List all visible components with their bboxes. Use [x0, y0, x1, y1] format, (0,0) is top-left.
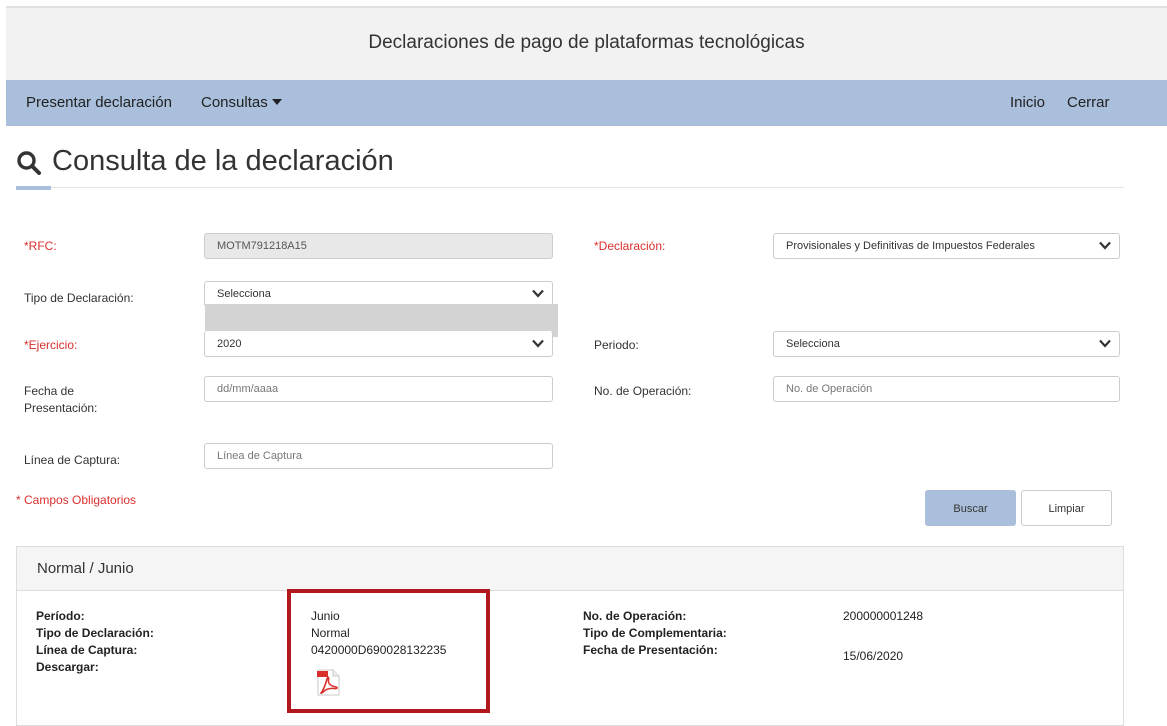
- rfc-value: MOTM791218A15: [217, 240, 307, 252]
- result-linea-label: Línea de Captura:: [36, 643, 138, 657]
- highlight-box: [287, 589, 490, 713]
- app-title: Declaraciones de pago de plataformas tec…: [368, 32, 805, 53]
- chevron-down-icon: [1099, 339, 1111, 348]
- linea-captura-label: Línea de Captura:: [24, 453, 121, 467]
- result-periodo-label: Período:: [36, 609, 85, 623]
- tipo-declaracion-value: Selecciona: [217, 288, 271, 300]
- caret-down-icon: [271, 99, 282, 105]
- linea-captura-placeholder: Línea de Captura: [217, 450, 303, 462]
- result-panel-heading: Normal / Junio: [17, 547, 1123, 591]
- nav-queries-dropdown[interactable]: Consultas: [201, 94, 282, 111]
- linea-captura-input[interactable]: Línea de Captura: [204, 443, 553, 469]
- title-divider: [16, 187, 1124, 188]
- fecha-presentacion-input[interactable]: dd/mm/aaaa: [204, 376, 553, 402]
- declaracion-label: *Declaración:: [594, 239, 666, 253]
- chevron-down-icon: [1099, 241, 1111, 250]
- chevron-down-icon: [532, 289, 544, 298]
- result-complementaria-label: Tipo de Complementaria:: [583, 626, 727, 640]
- result-descargar-label: Descargar:: [36, 660, 99, 674]
- search-button[interactable]: Buscar: [925, 490, 1016, 526]
- title-accent: [16, 186, 51, 190]
- result-operacion-value: 200000001248: [843, 609, 924, 623]
- result-fecha-value: 15/06/2020: [843, 649, 904, 663]
- no-operacion-label: No. de Operación:: [594, 384, 692, 398]
- page-title: Consulta de la declaración: [52, 145, 394, 177]
- fecha-label-line2: Presentación:: [24, 401, 98, 415]
- periodo-select[interactable]: Selecciona: [773, 331, 1120, 357]
- main-navbar: Presentar declaración Consultas Inicio C…: [6, 80, 1167, 126]
- rfc-label: *RFC:: [24, 239, 57, 253]
- nav-present-declaration[interactable]: Presentar declaración: [26, 94, 172, 111]
- ejercicio-value: 2020: [217, 338, 242, 350]
- fecha-label-line1: Fecha de: [24, 384, 75, 398]
- tipo-declaracion-label: Tipo de Declaración:: [24, 291, 134, 305]
- no-operacion-input[interactable]: No. de Operación: [773, 376, 1120, 402]
- declaracion-value: Provisionales y Definitivas de Impuestos…: [786, 240, 1035, 252]
- chevron-down-icon: [532, 339, 544, 348]
- result-fecha-label: Fecha de Presentación:: [583, 643, 718, 657]
- declaracion-select[interactable]: Provisionales y Definitivas de Impuestos…: [773, 233, 1120, 259]
- search-icon: [17, 151, 41, 175]
- result-panel: Normal / Junio: [16, 546, 1124, 726]
- app-header: Declaraciones de pago de plataformas tec…: [6, 6, 1167, 80]
- nav-home[interactable]: Inicio: [1010, 94, 1045, 111]
- no-operacion-placeholder: No. de Operación: [786, 383, 873, 395]
- fecha-presentacion-label: Fecha de Presentación:: [24, 383, 97, 417]
- fecha-placeholder: dd/mm/aaaa: [217, 383, 279, 395]
- clear-button[interactable]: Limpiar: [1021, 490, 1112, 526]
- required-fields-note: * Campos Obligatorios: [16, 493, 137, 507]
- periodo-value: Selecciona: [786, 338, 840, 350]
- nav-close[interactable]: Cerrar: [1067, 94, 1110, 111]
- rfc-field: MOTM791218A15: [204, 233, 553, 259]
- result-operacion-label: No. de Operación:: [583, 609, 687, 623]
- ejercicio-select[interactable]: 2020: [204, 331, 553, 357]
- ejercicio-label: *Ejercicio:: [24, 338, 78, 352]
- result-labels-right: No. de Operación: Tipo de Complementaria…: [583, 608, 727, 659]
- nav-queries-label: Consultas: [201, 94, 268, 111]
- periodo-label: Periodo:: [594, 338, 639, 352]
- result-tipo-label: Tipo de Declaración:: [36, 626, 154, 640]
- result-labels-left: Período: Tipo de Declaración: Línea de C…: [36, 608, 154, 676]
